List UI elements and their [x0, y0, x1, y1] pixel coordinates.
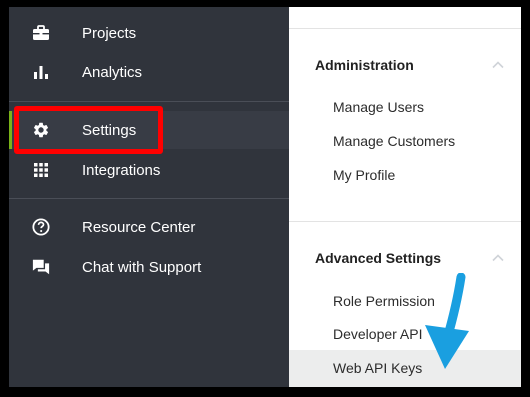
- link-role-permission[interactable]: Role Permission: [333, 293, 435, 309]
- settings-panel: Administration Manage Users Manage Custo…: [289, 7, 521, 387]
- sidebar-item-label: Settings: [82, 121, 137, 139]
- chat-icon: [31, 257, 51, 277]
- chevron-up-icon[interactable]: [491, 58, 505, 72]
- sidebar-item-chat-support[interactable]: Chat with Support: [9, 248, 289, 286]
- sidebar-item-label: Integrations: [82, 161, 161, 179]
- sidebar-item-analytics[interactable]: Analytics: [9, 53, 289, 91]
- sidebar-item-resource-center[interactable]: Resource Center: [9, 208, 289, 246]
- link-developer-api[interactable]: Developer API: [333, 326, 423, 342]
- grid-icon: [31, 160, 51, 180]
- sidebar-item-label: Analytics: [82, 63, 143, 81]
- link-my-profile[interactable]: My Profile: [333, 167, 395, 183]
- panel-divider: [289, 221, 521, 222]
- sidebar-nav: Projects Analytics Settings Integrations…: [9, 7, 289, 387]
- section-title-advanced-settings[interactable]: Advanced Settings: [315, 250, 441, 266]
- sidebar-item-integrations[interactable]: Integrations: [9, 151, 289, 189]
- briefcase-icon: [31, 23, 51, 43]
- section-title-administration[interactable]: Administration: [315, 57, 414, 73]
- bar-chart-icon: [31, 62, 51, 82]
- chevron-up-icon[interactable]: [491, 251, 505, 265]
- app-window: Projects Analytics Settings Integrations…: [9, 7, 521, 387]
- sidebar-divider: [9, 101, 289, 102]
- link-manage-users[interactable]: Manage Users: [333, 99, 424, 115]
- link-manage-customers[interactable]: Manage Customers: [333, 133, 455, 149]
- help-circle-icon: [31, 217, 51, 237]
- sidebar-item-label: Chat with Support: [82, 258, 202, 276]
- sidebar-item-label: Projects: [82, 24, 137, 42]
- panel-header-strip: [289, 7, 521, 29]
- sidebar-item-settings[interactable]: Settings: [9, 111, 289, 149]
- sidebar-item-projects[interactable]: Projects: [9, 14, 289, 52]
- sidebar-divider: [9, 198, 289, 199]
- sidebar-item-label: Resource Center: [82, 218, 196, 236]
- gear-icon: [31, 120, 51, 140]
- link-web-api-keys[interactable]: Web API Keys: [333, 360, 422, 376]
